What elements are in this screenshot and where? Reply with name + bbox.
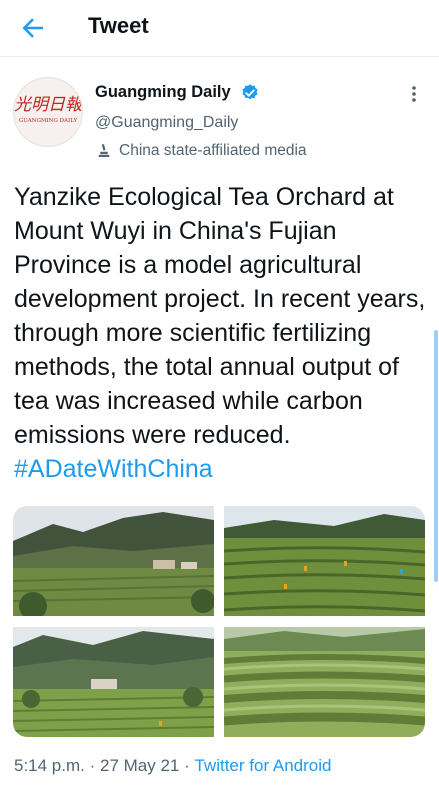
tweet-source-link[interactable]: Twitter for Android [194,756,331,776]
more-options-button[interactable] [402,82,426,106]
tweet-photo-4[interactable] [224,627,425,737]
top-bar: Tweet [0,0,439,57]
tweet-photo-2[interactable] [224,506,425,616]
affiliation-text: China state-affiliated media [119,142,307,159]
tweet-photo-1[interactable] [13,506,214,616]
tweet-photo-3[interactable] [13,627,214,737]
verified-badge-icon [242,84,258,100]
hashtag-link[interactable]: #ADateWithChina [14,455,213,483]
page-title: Tweet [88,13,149,38]
avatar[interactable]: 光明日報 GUANGMING DAILY [13,77,83,147]
tweet-date: 27 May 21 [99,756,180,775]
state-media-label[interactable]: China state-affiliated media [95,142,307,160]
arrow-left-icon [22,18,43,38]
tweet-text: Yanzike Ecological Tea Orchard at Mount … [14,180,426,486]
tweet-time: 5:14 p.m. [14,756,85,775]
back-button[interactable] [18,13,48,43]
author-handle[interactable]: @Guangming_Daily [95,114,238,132]
meta-separator-2: · [179,756,195,775]
svg-text:光明日報: 光明日報 [14,95,82,115]
more-vertical-icon [412,86,416,102]
scrollbar[interactable] [434,330,438,582]
tweet-body: Yanzike Ecological Tea Orchard at Mount … [14,183,426,449]
meta-separator: · [84,756,100,775]
state-media-icon [98,144,110,157]
author-name[interactable]: Guangming Daily [95,83,231,102]
avatar-caption: GUANGMING DAILY [19,118,78,124]
tweet-meta: 5:14 p.m. · 27 May 21 · Twitter for Andr… [14,756,332,776]
